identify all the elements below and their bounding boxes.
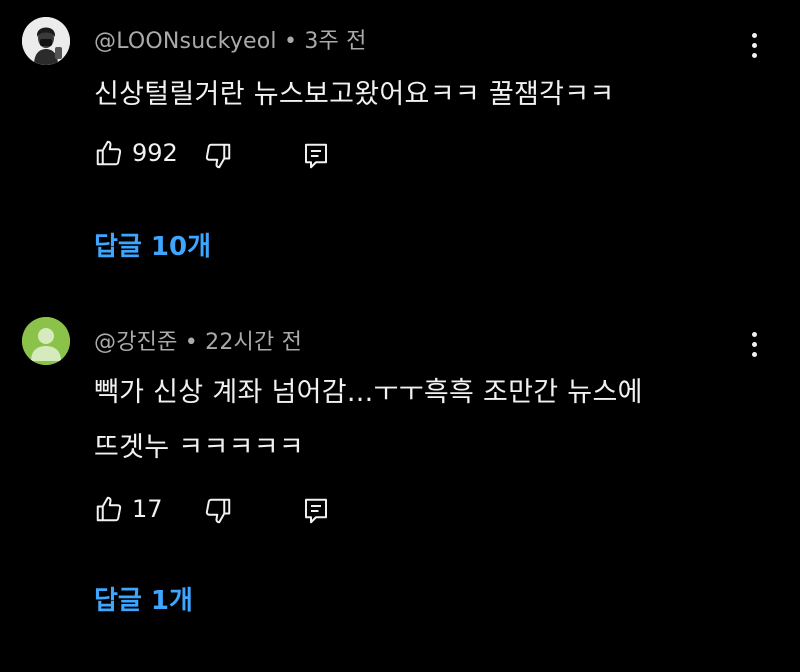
comment-time: 3주 전 <box>304 29 367 54</box>
dot <box>751 351 757 357</box>
dot <box>751 52 757 58</box>
thumbs-up-icon <box>96 140 122 166</box>
like-count: 992 <box>132 139 178 167</box>
author-name[interactable]: @강진준 <box>94 330 178 355</box>
meta-separator: • <box>184 330 198 355</box>
comment-text: 신상털릴거란 뉴스보고왔어요ㅋㅋ 꿀잼각ㅋㅋ <box>94 79 615 110</box>
avatar[interactable] <box>22 17 70 65</box>
thumbs-down-icon <box>205 143 231 169</box>
comment-reply-icon <box>305 498 327 524</box>
avatar[interactable] <box>22 317 70 365</box>
thumbs-down-icon <box>205 498 231 524</box>
user-photo-icon <box>22 17 70 65</box>
dot <box>751 42 757 48</box>
like-button[interactable]: 17 <box>94 494 163 524</box>
view-replies-button[interactable]: 답글 1개 <box>94 580 193 617</box>
dot <box>751 341 757 347</box>
dot <box>751 32 757 38</box>
view-replies-button[interactable]: 답글 10개 <box>94 226 211 263</box>
reply-button[interactable] <box>301 141 331 171</box>
comment-item: @강진준 • 22시간 전 빽가 신상 계좌 넘어감...ㅜㅜ흑흑 조만간 뉴스… <box>0 300 800 672</box>
more-options-button[interactable] <box>740 27 768 63</box>
comment-meta: @강진준 • 22시간 전 <box>94 324 302 356</box>
dot <box>751 331 757 337</box>
thumbs-up-icon <box>96 496 122 522</box>
reply-button[interactable] <box>301 496 331 526</box>
comment-text-line: 빽가 신상 계좌 넘어감...ㅜㅜ흑흑 조만간 뉴스에 <box>94 377 643 408</box>
comment-meta: @LOONsuckyeol • 3주 전 <box>94 23 367 55</box>
comment-reply-icon <box>305 143 327 169</box>
dislike-button[interactable] <box>203 496 233 526</box>
like-count: 17 <box>132 495 163 523</box>
comment-item: @LOONsuckyeol • 3주 전 신상털릴거란 뉴스보고왔어요ㅋㅋ 꿀잼… <box>0 0 800 300</box>
default-user-avatar-icon <box>22 317 70 365</box>
like-button[interactable]: 992 <box>94 138 178 168</box>
author-name[interactable]: @LOONsuckyeol <box>94 29 277 54</box>
more-options-button[interactable] <box>740 326 768 362</box>
comment-text-line: 뜨겟누 ㅋㅋㅋㅋㅋ <box>94 432 305 463</box>
meta-separator: • <box>283 29 298 54</box>
dislike-button[interactable] <box>203 141 233 171</box>
comment-time: 22시간 전 <box>205 330 303 355</box>
